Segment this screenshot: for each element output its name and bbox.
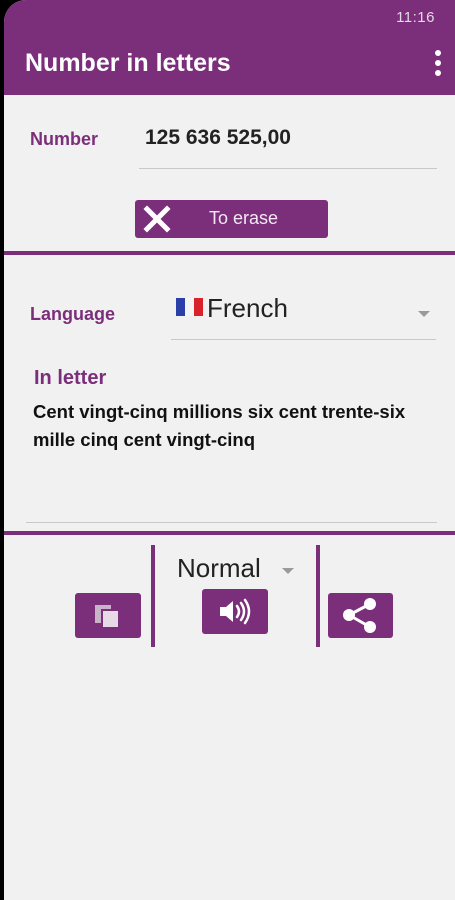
chevron-down-icon bbox=[418, 311, 430, 317]
share-button[interactable] bbox=[328, 593, 393, 638]
result-underline bbox=[26, 522, 437, 523]
speak-button[interactable] bbox=[202, 589, 268, 634]
volume-icon bbox=[220, 598, 251, 625]
chevron-down-icon bbox=[282, 568, 294, 574]
status-bar-time: 11:16 bbox=[396, 9, 435, 26]
language-label: Language bbox=[30, 304, 116, 324]
number-label: Number bbox=[30, 129, 99, 149]
app-bar: 11:16 Number in letters bbox=[4, 0, 455, 95]
erase-button[interactable]: To erase bbox=[135, 200, 328, 238]
language-selected: French bbox=[207, 293, 288, 323]
copy-button[interactable] bbox=[75, 593, 141, 638]
language-underline bbox=[171, 339, 436, 340]
number-input[interactable]: 125 636 525,00 bbox=[145, 126, 291, 150]
section-divider bbox=[4, 251, 455, 255]
speed-selected: Normal bbox=[177, 553, 261, 583]
erase-button-label: To erase bbox=[209, 208, 279, 228]
more-vert-icon[interactable] bbox=[433, 50, 443, 80]
section-divider bbox=[4, 531, 455, 535]
app-screen: 11:16 Number in letters Number 125 636 5… bbox=[4, 0, 455, 900]
share-icon bbox=[343, 598, 376, 633]
close-icon bbox=[143, 205, 171, 233]
app-title: Number in letters bbox=[25, 49, 231, 77]
in-letter-label: In letter bbox=[34, 367, 107, 389]
number-input-underline bbox=[139, 168, 437, 169]
vertical-separator bbox=[151, 545, 155, 647]
french-flag-icon bbox=[176, 298, 203, 316]
result-text: Cent vingt-cinq millions six cent trente… bbox=[33, 401, 406, 450]
vertical-separator bbox=[316, 545, 320, 647]
copy-icon bbox=[95, 605, 120, 629]
